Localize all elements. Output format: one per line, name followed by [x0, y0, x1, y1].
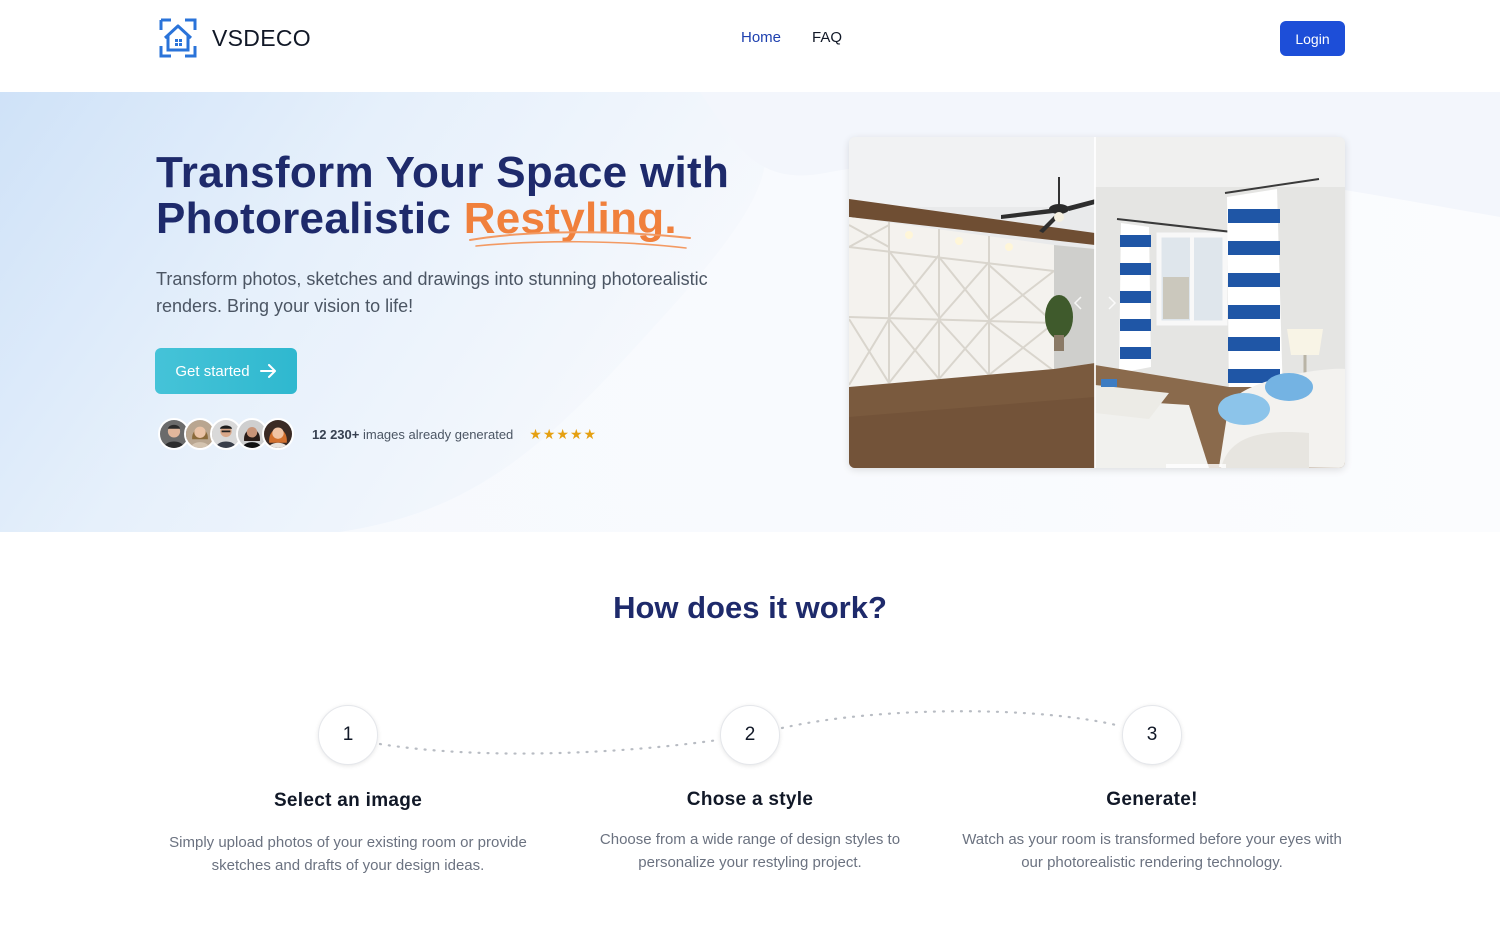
avatar	[262, 418, 294, 450]
hero-section: Transform Your Space with Photorealistic…	[0, 92, 1500, 532]
brand-name: VSDECO	[212, 24, 311, 51]
login-button[interactable]: Login	[1280, 21, 1345, 56]
nav-links: Home FAQ	[741, 29, 842, 46]
before-after-comparison[interactable]	[849, 137, 1345, 468]
step-3-title: Generate!	[1106, 789, 1198, 810]
step-1-description: Simply upload photos of your existing ro…	[169, 834, 527, 874]
step-2-number: 2	[720, 705, 780, 765]
top-nav: VSDECO Home FAQ Login	[0, 0, 1500, 92]
step-2-title: Chose a style	[686, 789, 814, 810]
brand-logo[interactable]: VSDECO	[158, 18, 311, 58]
social-proof: 12 230+ images already generated ★★★★★	[158, 418, 597, 450]
rating-stars: ★★★★★	[529, 425, 598, 442]
step-1-title: Select an image	[273, 790, 423, 811]
images-count-number: 12 230+	[312, 426, 360, 442]
step-3-description: Watch as your room is transformed before…	[962, 831, 1342, 871]
hero-title-line1: Transform Your Space with	[156, 148, 730, 197]
room-comparison-image	[849, 137, 1345, 468]
get-started-button[interactable]: Get started	[155, 348, 297, 394]
accent-underline-swoosh	[469, 231, 691, 249]
nav-link-home[interactable]: Home	[741, 29, 781, 46]
step-2-description: Choose from a wide range of design style…	[599, 831, 901, 871]
get-started-label: Get started	[175, 362, 250, 380]
step-3-number: 3	[1122, 705, 1182, 765]
nav-link-faq[interactable]: FAQ	[812, 29, 842, 46]
step-1-number: 1	[318, 705, 378, 765]
user-avatars	[158, 418, 294, 450]
how-it-works-title: How does it work?	[613, 590, 887, 625]
hero-title-line2: Photorealistic	[156, 194, 464, 243]
house-logo-icon	[159, 18, 197, 58]
hero-subtitle: Transform photos, sketches and drawings …	[156, 269, 708, 316]
images-generated-count: 12 230+ images already generated	[312, 427, 513, 442]
images-count-label: images already generated	[359, 426, 514, 442]
arrow-right-icon	[259, 364, 276, 378]
